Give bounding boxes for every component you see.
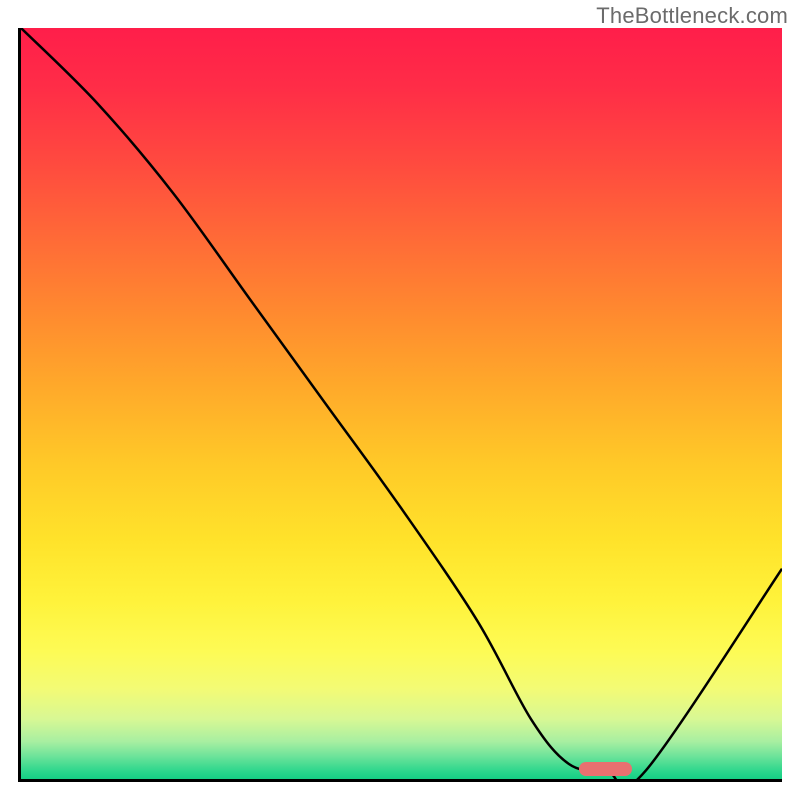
highlight-marker: [579, 762, 632, 776]
watermark-text: TheBottleneck.com: [596, 3, 788, 29]
chart-plot-area: [18, 28, 782, 782]
chart-line-path: [21, 28, 782, 779]
